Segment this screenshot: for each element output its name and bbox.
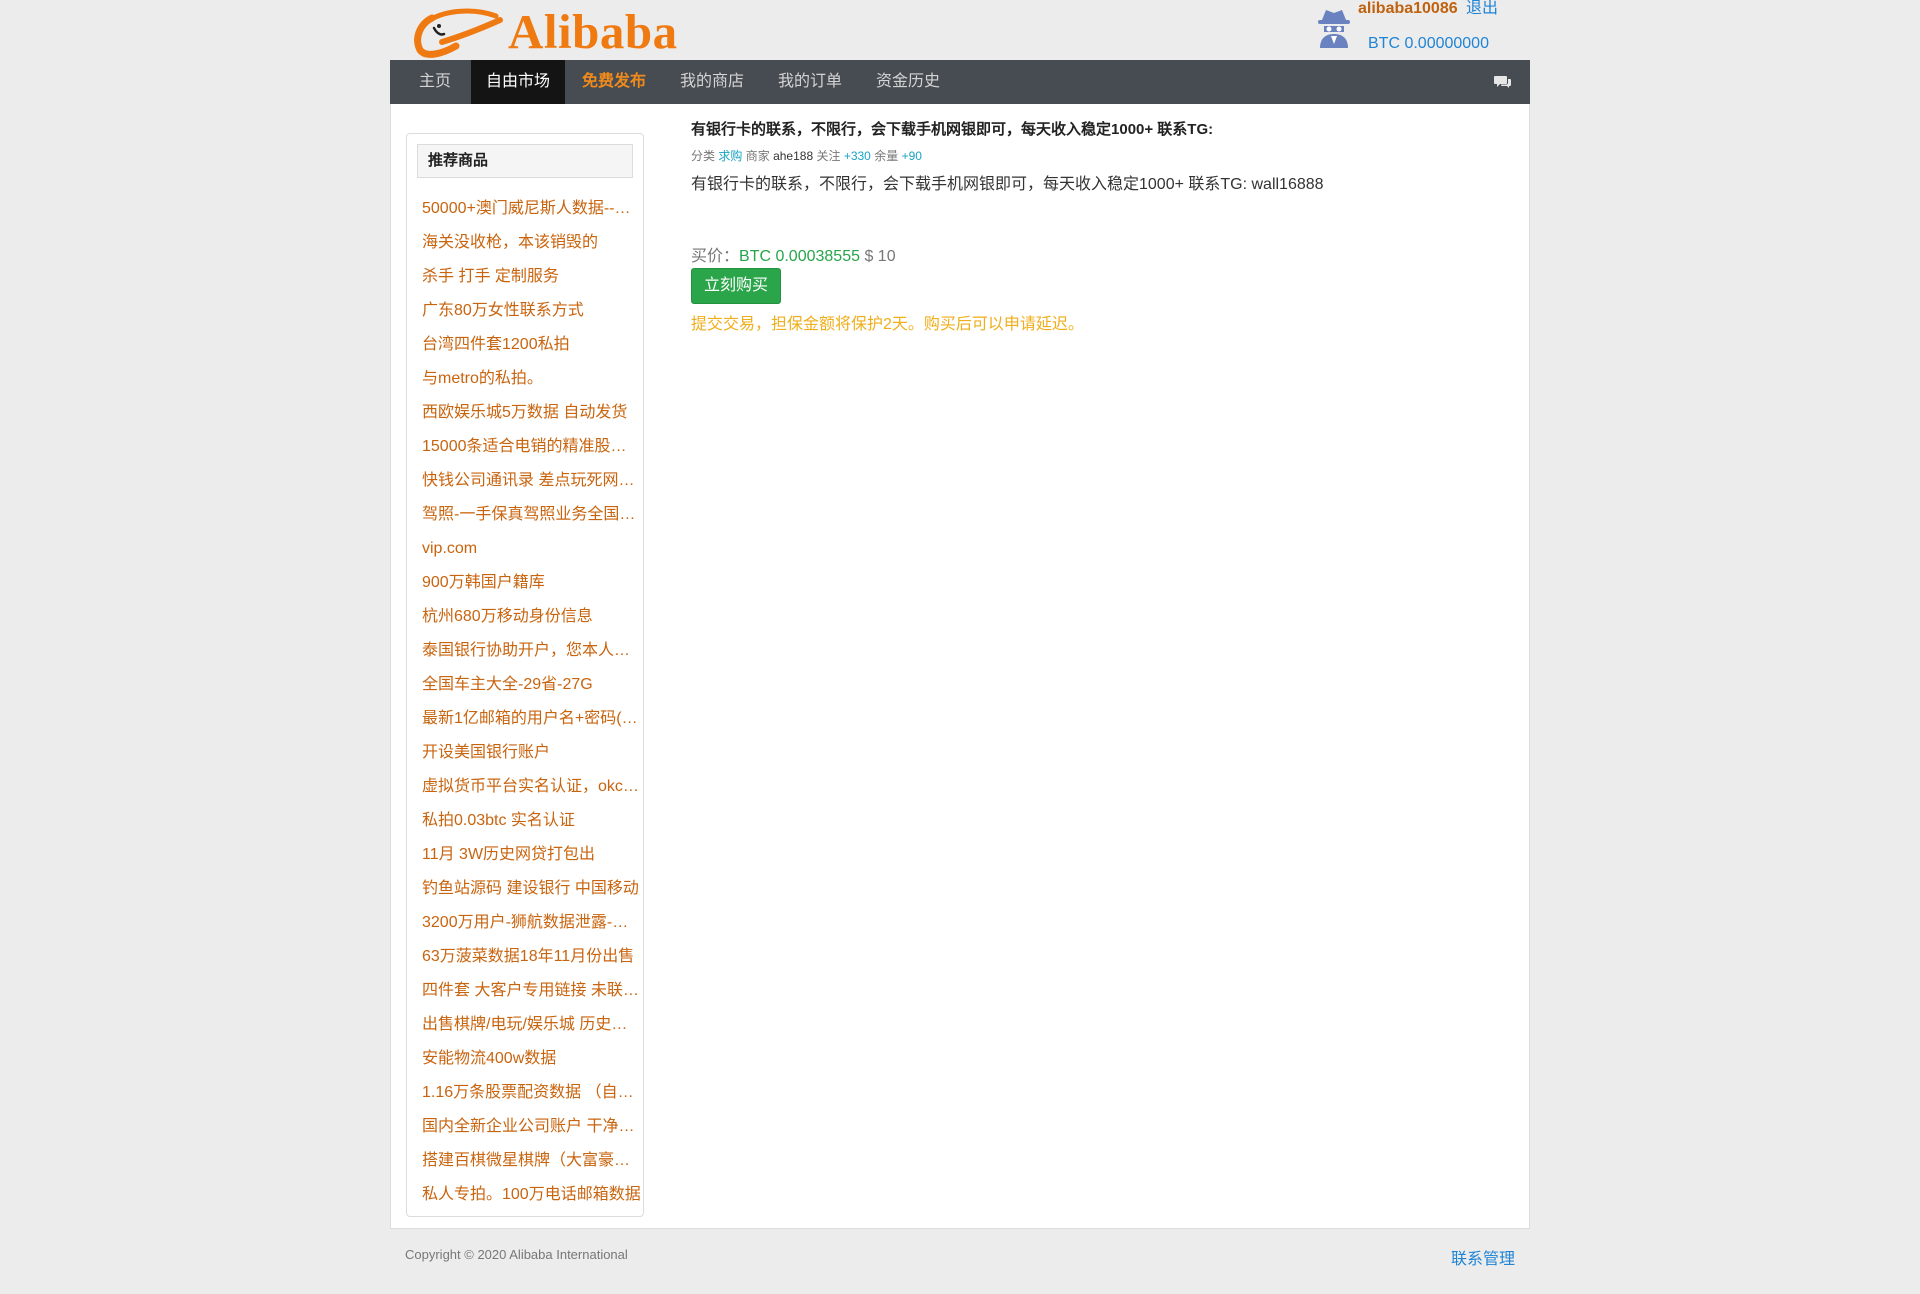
nav-item-home[interactable]: 主页 (405, 60, 465, 104)
recommended-item[interactable]: 1.16万条股票配资数据 （自动发货） (422, 1076, 642, 1110)
category-label: 分类 (691, 149, 716, 163)
follow-label: 关注 (816, 149, 841, 163)
user-area: alibaba10086 退出 BTC 0.00000000 (1316, 0, 1516, 60)
recommended-item[interactable]: 私人专拍。100万电话邮箱数据 (422, 1178, 642, 1212)
recommended-item[interactable]: 出售棋牌/电玩/娱乐城 历史打码数据 (422, 1008, 642, 1042)
recommended-item[interactable]: 11月 3W历史网贷打包出 (422, 838, 642, 872)
recommended-item[interactable]: 50000+澳门威尼斯人数据--新出 (422, 192, 642, 226)
recommended-item[interactable]: 驾照-一手保真驾照业务全国办理 (422, 498, 642, 532)
follow-count: +330 (843, 149, 871, 163)
recommended-item[interactable]: 泰国银行协助开户，您本人到场办理 (422, 634, 642, 668)
recommended-item[interactable]: 3200万用户-狮航数据泄露-姓名电话 (422, 906, 642, 940)
nav-item-market[interactable]: 自由市场 (471, 60, 565, 104)
nav-item-funds-history[interactable]: 资金历史 (859, 60, 957, 104)
recommended-item[interactable]: 全国车主大全-29省-27G (422, 668, 642, 702)
header: Alibaba alibaba10086 退出 BTC 0.00000000 (390, 0, 1530, 60)
recommended-list: 50000+澳门威尼斯人数据--新出 海关没收枪，本该销毁的 杀手 打手 定制服务广… (422, 192, 642, 1212)
main-panel: 推荐商品 50000+澳门威尼斯人数据--新出 海关没收枪，本该销毁的 杀手 打手 … (390, 104, 1530, 1229)
recommended-item[interactable]: 虚拟货币平台实名认证，okcoin等 (422, 770, 642, 804)
price-btc: BTC 0.00038555 (739, 248, 860, 265)
recommended-item[interactable]: 杭州680万移动身份信息 (422, 600, 642, 634)
stock-count: +90 (901, 149, 922, 163)
buy-now-button[interactable]: 立刻购买 (691, 268, 781, 304)
recommended-item[interactable]: 最新1亿邮箱的用户名+密码(明文) (422, 702, 642, 736)
nav-item-my-shop[interactable]: 我的商店 (663, 60, 761, 104)
recommended-item[interactable]: 国内全新企业公司账户 干净0流水 (422, 1110, 642, 1144)
seller-name[interactable]: ahe188 (773, 149, 813, 163)
price-usd: $ 10 (864, 248, 896, 265)
logo-text: Alibaba (508, 4, 678, 59)
recommended-item[interactable]: 63万菠菜数据18年11月份出售 (422, 940, 642, 974)
logout-link[interactable]: 退出 (1466, 0, 1498, 18)
recommended-item[interactable]: 钓鱼站源码 建设银行 中国移动 (422, 872, 642, 906)
footer: Copyright © 2020 Alibaba International 联… (390, 1229, 1530, 1289)
spy-agent-icon (1318, 10, 1350, 48)
recommended-item[interactable]: 开设美国银行账户 (422, 736, 642, 770)
nav-item-publish[interactable]: 免费发布 (565, 60, 663, 104)
recommended-item[interactable]: vip.com (422, 532, 642, 566)
recommended-item[interactable]: 广东80万女性联系方式 (422, 294, 642, 328)
recommended-item[interactable]: 西欧娱乐城5万数据 自动发货 (422, 396, 642, 430)
price-line: 买价：BTC 0.00038555 $ 10 (691, 242, 896, 266)
nav-item-my-orders[interactable]: 我的订单 (761, 60, 859, 104)
main-nav: 主页 自由市场 免费发布 我的商店 我的订单 资金历史 (390, 60, 1530, 104)
recommended-item[interactable]: 快钱公司通讯录 差点玩死网贷公司 (422, 464, 642, 498)
recommended-sidebar: 推荐商品 50000+澳门威尼斯人数据--新出 海关没收枪，本该销毁的 杀手 打手 … (406, 133, 644, 1217)
balance: BTC 0.00000000 (1368, 35, 1489, 52)
contact-admin-link[interactable]: 联系管理 (1451, 1245, 1515, 1269)
price-label: 买价： (691, 248, 740, 265)
recommended-item[interactable]: 台湾四件套1200私拍 (422, 328, 642, 362)
escrow-notice: 提交交易，担保金额将保护2天。购买后可以申请延迟。 (691, 316, 1084, 333)
product-meta: 分类 求购 商家 ahe188 关注 +330 余量 +90 (691, 147, 922, 164)
recommended-item[interactable]: 私拍0.03btc 实名认证 (422, 804, 642, 838)
product-title: 有银行卡的联系，不限行，会下载手机网银即可，每天收入稳定1000+ 联系TG: (691, 121, 1214, 138)
copyright: Copyright © 2020 Alibaba International (405, 1247, 628, 1262)
site-logo[interactable]: Alibaba (412, 6, 678, 58)
username[interactable]: alibaba10086 (1358, 0, 1458, 18)
recommended-item[interactable]: 安能物流400w数据 (422, 1042, 642, 1076)
recommended-item[interactable]: 900万韩国户籍库 (422, 566, 642, 600)
recommended-item[interactable]: 海关没收枪，本该销毁的 (422, 226, 642, 260)
sidebar-heading: 推荐商品 (417, 144, 633, 178)
recommended-item[interactable]: 杀手 打手 定制服务 (422, 260, 642, 294)
recommended-item[interactable]: 与metro的私拍。 (422, 362, 642, 396)
comments-icon[interactable] (1494, 75, 1512, 89)
category-link[interactable]: 求购 (718, 149, 742, 163)
recommended-item[interactable]: 搭建百棋微星棋牌（大富豪）源码 (422, 1144, 642, 1178)
page-container: Alibaba alibaba10086 退出 BTC 0.00000000 主… (390, 0, 1530, 1289)
recommended-item[interactable]: 四件套 大客户专用链接 未联系客服 (422, 974, 642, 1008)
stock-label: 余量 (874, 149, 899, 163)
recommended-item[interactable]: 15000条适合电销的精准股民数据 (422, 430, 642, 464)
alibaba-logo-icon (414, 8, 503, 58)
product-description: 有银行卡的联系，不限行，会下载手机网银即可，每天收入稳定1000+ 联系TG: … (691, 176, 1324, 193)
seller-label: 商家 (745, 149, 770, 163)
